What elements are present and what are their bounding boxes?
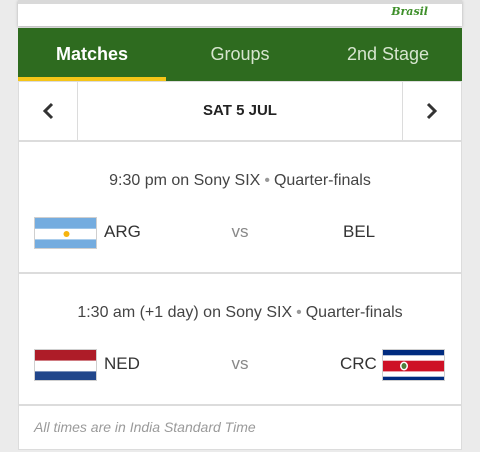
current-date-label: SAT 5 JUL xyxy=(203,102,277,119)
match-time-channel: 9:30 pm on Sony SIX xyxy=(109,172,261,189)
tab-2nd-stage[interactable]: 2nd Stage xyxy=(314,28,462,81)
top-card: Brasil xyxy=(18,0,462,26)
timezone-note: All times are in India Standard Time xyxy=(18,405,462,450)
chevron-left-icon xyxy=(42,102,54,120)
costa-rica-flag xyxy=(382,349,445,381)
top-card-bar xyxy=(18,0,462,4)
separator-dot: • xyxy=(296,304,302,321)
tab-matches[interactable]: Matches xyxy=(18,28,166,81)
match-stage: Quarter-finals xyxy=(273,172,371,189)
vs-label: vs xyxy=(231,222,249,241)
away-team-code: CRC xyxy=(340,354,377,373)
match-time-channel: 1:30 am (+1 day) on Sony SIX xyxy=(77,304,293,321)
chevron-right-icon xyxy=(426,102,438,120)
away-team-code: BEL xyxy=(343,222,376,241)
date-navigator: SAT 5 JUL xyxy=(18,81,462,141)
tab-bar: Matches Groups 2nd Stage xyxy=(18,28,462,81)
next-day-button[interactable] xyxy=(402,82,461,140)
separator-dot: • xyxy=(264,172,270,189)
match-info: 9:30 pm on Sony SIX • Quarter-finals xyxy=(19,172,461,190)
match-stage: Quarter-finals xyxy=(305,304,403,321)
match-info: 1:30 am (+1 day) on Sony SIX • Quarter-fin… xyxy=(19,304,461,322)
brand-logo: Brasil xyxy=(391,5,428,18)
match-card[interactable]: 9:30 pm on Sony SIX • Quarter-finals ARG v… xyxy=(18,141,462,273)
tab-groups[interactable]: Groups xyxy=(166,28,314,81)
previous-day-button[interactable] xyxy=(19,82,78,140)
match-card[interactable]: 1:30 am (+1 day) on Sony SIX • Quarter-fin… xyxy=(18,273,462,405)
